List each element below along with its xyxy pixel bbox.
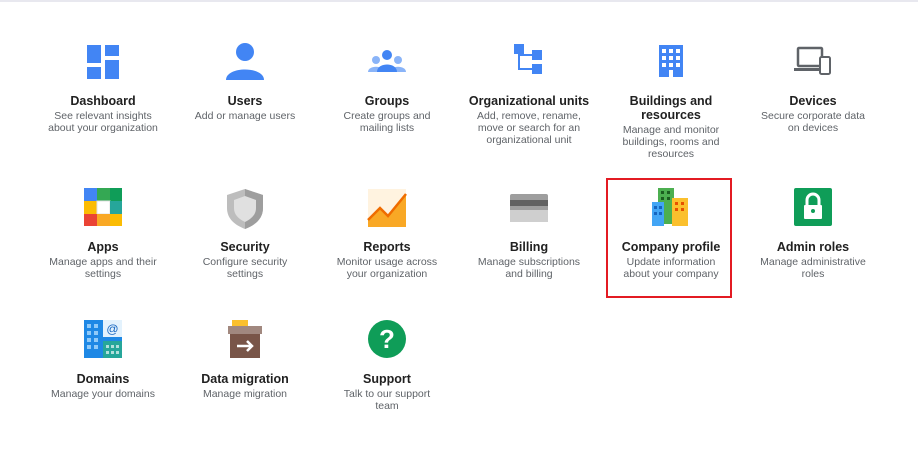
svg-text:?: ? xyxy=(379,324,395,354)
tile-apps[interactable]: Apps Manage apps and their settings xyxy=(32,186,174,280)
reports-icon xyxy=(367,189,407,227)
tile-admin-roles[interactable]: Admin roles Manage administrative roles xyxy=(742,186,884,280)
tile-reports[interactable]: Reports Monitor usage across your organi… xyxy=(316,186,458,280)
top-divider xyxy=(0,0,918,2)
tile-title: Groups xyxy=(364,94,410,108)
groups-icon xyxy=(368,50,406,72)
tile-description: See relevant insights about your organiz… xyxy=(48,110,158,134)
tile-description: Manage apps and their settings xyxy=(49,256,157,280)
help-icon: ? xyxy=(368,320,406,358)
tile-organizational-units[interactable]: Organizational units Add, remove, rename… xyxy=(458,40,600,146)
tile-title: Data migration xyxy=(201,372,289,386)
tile-description: Create groups and mailing lists xyxy=(343,110,431,134)
building-icon xyxy=(659,45,683,77)
tile-description: Add, remove, rename, move or search for … xyxy=(477,110,581,146)
svg-text:@: @ xyxy=(106,322,118,336)
user-icon xyxy=(226,43,264,80)
tile-description: Monitor usage across your organization xyxy=(336,256,438,280)
tile-title: Users xyxy=(227,94,263,108)
tile-description: Configure security settings xyxy=(202,256,288,280)
tile-buildings-and-resources[interactable]: Buildings and resources Manage and monit… xyxy=(600,40,742,160)
tile-title: Apps xyxy=(87,240,119,254)
tile-title: Devices xyxy=(789,94,837,108)
tile-billing[interactable]: Billing Manage subscriptions and billing xyxy=(458,186,600,280)
tile-description: Manage and monitor buildings, rooms and … xyxy=(622,124,720,160)
archive-box-icon xyxy=(228,320,262,358)
tile-domains[interactable]: @ Domains Manage your domains xyxy=(32,318,174,400)
tile-title: Domains xyxy=(76,372,130,386)
tile-title: Admin roles xyxy=(776,240,850,254)
devices-icon xyxy=(794,46,831,75)
tile-description: Manage migration xyxy=(202,388,288,400)
domains-icon: @ xyxy=(84,320,122,358)
tile-title: Organizational units xyxy=(468,94,590,108)
tile-devices[interactable]: Devices Secure corporate data on devices xyxy=(742,40,884,134)
tile-description: Talk to our support team xyxy=(343,388,431,412)
tile-description: Manage administrative roles xyxy=(760,256,866,280)
tile-title: Buildings and resources xyxy=(629,94,713,122)
tile-data-migration[interactable]: Data migration Manage migration xyxy=(174,318,316,400)
tile-title: Reports xyxy=(363,240,411,254)
tile-title: Security xyxy=(220,240,270,254)
tile-groups[interactable]: Groups Create groups and mailing lists xyxy=(316,40,458,134)
apps-icon xyxy=(84,188,122,226)
tile-description: Manage subscriptions and billing xyxy=(477,256,581,280)
tile-title: Dashboard xyxy=(70,94,136,108)
tile-description: Secure corporate data on devices xyxy=(761,110,865,134)
tile-title: Support xyxy=(363,372,411,386)
tile-description: Manage your domains xyxy=(51,388,155,400)
credit-card-icon xyxy=(510,194,548,222)
shield-icon xyxy=(227,189,263,229)
org-units-icon xyxy=(514,44,542,74)
tile-support[interactable]: ? Support Talk to our support team xyxy=(316,318,458,412)
tile-title: Billing xyxy=(509,240,549,254)
tile-security[interactable]: Security Configure security settings xyxy=(174,186,316,280)
tile-users[interactable]: Users Add or manage users xyxy=(174,40,316,122)
dashboard-icon xyxy=(87,45,119,79)
tile-dashboard[interactable]: Dashboard See relevant insights about yo… xyxy=(32,40,174,134)
lock-icon xyxy=(794,188,832,226)
highlight-box xyxy=(606,178,732,298)
tile-description: Add or manage users xyxy=(194,110,296,122)
